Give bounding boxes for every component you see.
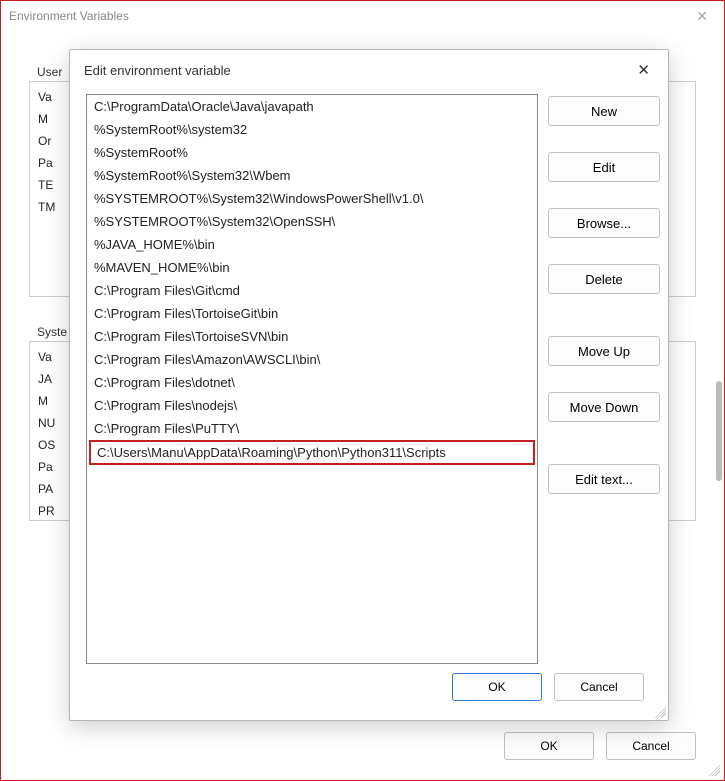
path-item[interactable]: C:\Program Files\nodejs\	[87, 394, 537, 417]
path-item[interactable]: C:\ProgramData\Oracle\Java\javapath	[87, 95, 537, 118]
new-button[interactable]: New	[548, 96, 660, 126]
path-item[interactable]: %SYSTEMROOT%\System32\OpenSSH\	[87, 210, 537, 233]
ok-button[interactable]: OK	[452, 673, 542, 701]
path-item[interactable]: %SystemRoot%\System32\Wbem	[87, 164, 537, 187]
path-item[interactable]: C:\Users\Manu\AppData\Roaming\Python\Pyt…	[89, 440, 535, 465]
path-item[interactable]: C:\Program Files\TortoiseGit\bin	[87, 302, 537, 325]
path-item[interactable]: C:\Program Files\PuTTY\	[87, 417, 537, 440]
delete-button[interactable]: Delete	[548, 264, 660, 294]
edit-environment-variable-dialog: Edit environment variable ✕ C:\ProgramDa…	[69, 49, 669, 721]
modal-title: Edit environment variable	[84, 63, 231, 78]
outer-button-row: OK Cancel	[504, 732, 696, 760]
cancel-button[interactable]: Cancel	[606, 732, 696, 760]
edit-text-button[interactable]: Edit text...	[548, 464, 660, 494]
path-item[interactable]: C:\Program Files\Git\cmd	[87, 279, 537, 302]
side-button-column: New Edit Browse... Delete Move Up Move D…	[548, 94, 660, 664]
move-up-button[interactable]: Move Up	[548, 336, 660, 366]
cancel-button[interactable]: Cancel	[554, 673, 644, 701]
edit-button[interactable]: Edit	[548, 152, 660, 182]
close-icon[interactable]: ✕	[629, 57, 658, 83]
path-item[interactable]: %MAVEN_HOME%\bin	[87, 256, 537, 279]
path-item[interactable]: %SystemRoot%	[87, 141, 537, 164]
modal-titlebar: Edit environment variable ✕	[70, 50, 668, 90]
resize-grip-icon[interactable]	[706, 762, 720, 776]
path-item[interactable]: %SystemRoot%\system32	[87, 118, 537, 141]
environment-variables-window: Environment Variables ✕ User Va M Or Pa …	[0, 0, 725, 781]
browse-button[interactable]: Browse...	[548, 208, 660, 238]
close-icon[interactable]: ✕	[688, 8, 716, 25]
path-item[interactable]: C:\Program Files\dotnet\	[87, 371, 537, 394]
path-item[interactable]: %JAVA_HOME%\bin	[87, 233, 537, 256]
path-item[interactable]: C:\Program Files\Amazon\AWSCLI\bin\	[87, 348, 537, 371]
resize-grip-icon[interactable]	[652, 704, 666, 718]
move-down-button[interactable]: Move Down	[548, 392, 660, 422]
path-item[interactable]: %SYSTEMROOT%\System32\WindowsPowerShell\…	[87, 187, 537, 210]
path-list[interactable]: C:\ProgramData\Oracle\Java\javapath%Syst…	[86, 94, 538, 664]
ok-button[interactable]: OK	[504, 732, 594, 760]
outer-titlebar: Environment Variables ✕	[1, 1, 724, 31]
path-item[interactable]: C:\Program Files\TortoiseSVN\bin	[87, 325, 537, 348]
modal-footer: OK Cancel	[70, 664, 668, 720]
outer-title: Environment Variables	[9, 9, 129, 23]
modal-content: C:\ProgramData\Oracle\Java\javapath%Syst…	[70, 90, 668, 664]
scrollbar-thumb[interactable]	[716, 381, 722, 481]
